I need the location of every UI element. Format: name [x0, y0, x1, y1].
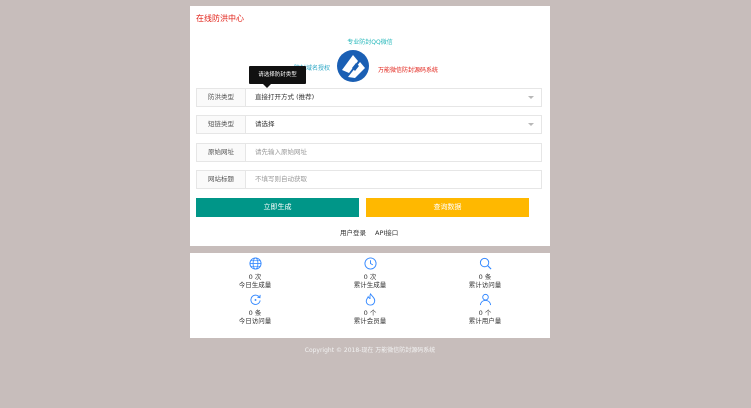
user-icon — [479, 293, 491, 306]
short-type-label: 短链类型 — [197, 116, 246, 133]
user-login-link[interactable]: 用户登录 — [340, 227, 366, 237]
chevron-down-icon — [528, 123, 534, 126]
stat-count: 0 个 — [478, 309, 492, 317]
stat-today-visits: 0 条 今日访问量 — [205, 293, 305, 326]
type-tooltip: 请选择防封类型 — [249, 66, 306, 88]
page-title: 在线防洪中心 — [196, 14, 244, 23]
url-input[interactable]: 请先输入原始网址 — [255, 144, 307, 161]
title-label: 网站标题 — [197, 171, 246, 188]
stat-total-users: 0 个 累计用户量 — [435, 293, 535, 326]
stats-card: 0 次 今日生成量 0 次 累计生成量 0 条 累计访问量 0 条 今日访问量 … — [190, 253, 550, 338]
stat-caption: 累计用户量 — [468, 317, 502, 325]
main-card: 在线防洪中心 专业防封QQ微信 防封域名授权 万能微信防封源码系统 请选择防封类… — [190, 6, 550, 246]
query-button[interactable]: 查询数据 — [366, 198, 529, 217]
site-logo — [336, 49, 370, 83]
stat-total-members: 0 个 累计会员量 — [320, 293, 420, 326]
stat-count: 0 次 — [363, 273, 377, 281]
type-select[interactable]: 防洪类型 直接打开方式 (推荐) — [196, 88, 542, 107]
stat-total-visits: 0 条 累计访问量 — [435, 257, 535, 290]
generate-button[interactable]: 立即生成 — [196, 198, 359, 217]
stat-caption: 累计访问量 — [468, 281, 502, 289]
stat-count: 0 条 — [248, 309, 262, 317]
title-field[interactable]: 网站标题 不填写则自动获取 — [196, 170, 542, 189]
stat-caption: 今日生成量 — [238, 281, 272, 289]
short-type-value[interactable]: 请选择 — [255, 116, 275, 133]
short-type-select[interactable]: 短链类型 请选择 — [196, 115, 542, 134]
stat-caption: 今日访问量 — [238, 317, 272, 325]
stat-total-generated: 0 次 累计生成量 — [320, 257, 420, 290]
fire-icon — [365, 293, 375, 306]
stat-caption: 累计生成量 — [353, 281, 387, 289]
globe-icon — [248, 257, 262, 270]
url-field[interactable]: 原始网址 请先输入原始网址 — [196, 143, 542, 162]
stat-count: 0 次 — [248, 273, 262, 281]
footer-copyright: Copyright © 2018-现在 万能微信防封源码系统 — [304, 347, 436, 354]
clock-icon — [363, 257, 377, 270]
chevron-down-icon — [528, 96, 534, 99]
refresh-icon — [249, 294, 261, 305]
stat-count: 0 个 — [363, 309, 377, 317]
qq-link-text[interactable]: 专业防封QQ微信 — [347, 39, 392, 46]
title-input[interactable]: 不填写则自动获取 — [255, 171, 307, 188]
stat-count: 0 条 — [478, 273, 492, 281]
url-label: 原始网址 — [197, 144, 246, 161]
api-link[interactable]: API接口 — [375, 227, 398, 237]
stat-caption: 累计会员量 — [353, 317, 387, 325]
right-side-link[interactable]: 万能微信防封源码系统 — [378, 65, 438, 74]
type-value[interactable]: 直接打开方式 (推荐) — [255, 89, 314, 106]
search-icon — [479, 257, 491, 270]
type-label: 防洪类型 — [197, 89, 246, 106]
stat-today-generated: 0 次 今日生成量 — [205, 257, 305, 290]
qq-link[interactable]: 专业防封QQ微信 — [190, 37, 550, 46]
